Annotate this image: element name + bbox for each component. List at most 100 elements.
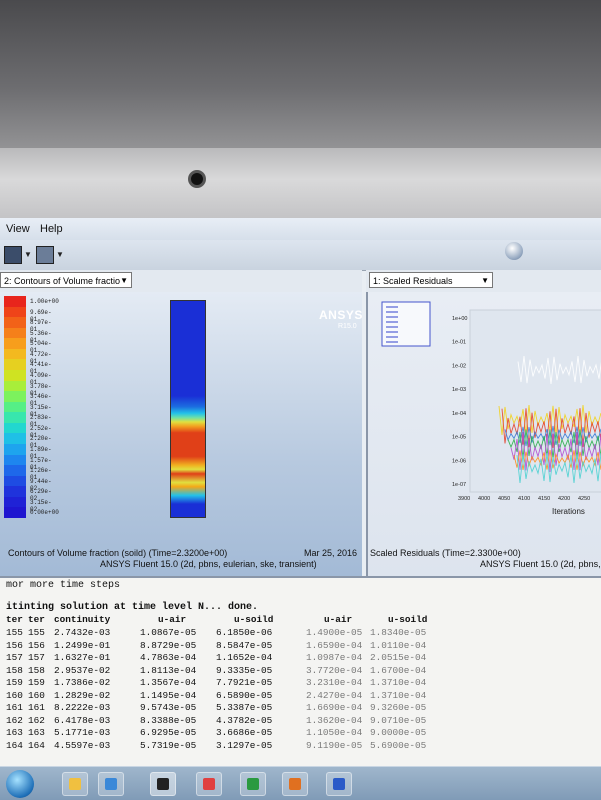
table-cell: 6.4178e-03 [54,714,111,726]
table-cell: 1.6700e-04 [370,664,427,676]
table-cell: 162 [28,714,45,726]
table-cell: 5.1771e-03 [54,727,111,738]
table-cell: 9.3335e-05 [216,664,273,676]
table-cell: 1.4900e-05 [306,627,363,638]
explorer-taskbar-icon[interactable] [62,772,88,796]
console-column-header: continuity [54,614,111,625]
plot-area [469,309,601,493]
table-cell: 1.2499e-01 [54,639,111,651]
contour-solver-info: ANSYS Fluent 15.0 (2d, pbns, eulerian, s… [100,559,317,569]
table-cell: 1.0987e-04 [306,652,363,663]
table-cell: 9.5743e-05 [140,702,197,713]
legend-swatch [4,433,26,445]
y-tick-label: 1e-04 [452,411,466,417]
menu-view[interactable]: View [6,223,30,235]
table-cell: 157 [28,652,45,663]
console-column-header: ter [6,614,23,625]
table-cell: 1.6690e-04 [306,702,363,713]
console-column-header: u-soild [234,614,274,625]
table-cell: 5.6900e-05 [370,739,427,751]
table-cell: 157 [6,652,23,663]
legend-label: 1.00e+00 [30,298,59,305]
x-axis-label: Iterations [552,507,585,516]
table-cell: 1.6327e-01 [54,652,111,663]
chevron-down-icon[interactable]: ▼ [56,250,64,259]
table-cell: 2.9537e-02 [54,664,111,676]
residuals-graphics-window[interactable]: 1e+00 1e-01 1e-02 1e-03 1e-04 1e-05 1e-06 1e-07… [366,292,601,576]
table-cell: 160 [28,689,45,701]
legend-swatch [4,422,26,434]
chevron-down-icon[interactable]: ▼ [24,250,32,259]
legend-swatch [4,496,26,508]
y-tick-label: 1e-03 [452,387,466,393]
table-cell: 3.1297e-05 [216,739,273,751]
document-taskbar-icon[interactable] [196,772,222,796]
table-cell: 9.0710e-05 [370,714,427,726]
table-cell: 6.9295e-05 [140,727,197,738]
table-cell: 7.7921e-05 [216,677,273,688]
legend-swatch [4,391,26,403]
console-window[interactable]: mor more time steps itinting solution at… [0,576,601,768]
residuals-plot: 1e+00 1e-01 1e-02 1e-03 1e-04 1e-05 1e-06 1e-07… [381,301,601,516]
table-cell: 1.3567e-04 [140,677,197,688]
table-cell: 160 [6,689,23,701]
table-cell: 164 [28,739,45,751]
table-cell: 3.6686e-05 [216,727,273,738]
table-cell: 155 [28,627,45,638]
y-tick-label: 1e-06 [452,458,466,464]
table-cell: 6.1850e-06 [216,627,273,638]
table-cell: 164 [6,739,23,751]
legend-swatch [4,306,26,318]
legend-swatch [4,475,26,487]
table-cell: 2.7432e-03 [54,627,111,638]
camera-icon[interactable] [36,246,54,264]
x-tick-label: 4000 [478,496,490,502]
y-tick-label: 1e-02 [452,363,466,369]
table-cell: 156 [6,639,23,651]
word-taskbar-icon[interactable] [326,772,352,796]
table-cell: 162 [6,714,23,726]
menu-bar: View Help [0,218,601,240]
x-tick-label: 4150 [538,496,550,502]
table-cell: 161 [6,702,23,713]
table-cell: 5.3387e-05 [216,702,273,713]
screen: View Help ▼ ▼ 2: Contours of Volume frac… [0,218,601,800]
legend-label: 0.00e+00 [30,509,59,517]
table-cell: 8.3388e-05 [140,714,197,726]
y-tick-label: 1e+00 [452,316,467,322]
ansys-version: R15.0 [338,323,357,330]
webcam-icon [188,170,206,188]
legend-swatch [4,486,26,498]
legend-swatch [4,317,26,329]
console-column-header: u-air [158,614,187,625]
legend-swatch [4,348,26,360]
start-button-icon[interactable] [6,770,34,798]
residuals-pane-selector[interactable]: 1: Scaled Residuals ▼ [369,272,493,288]
media-taskbar-icon[interactable] [98,772,124,796]
layout-icon[interactable] [4,246,22,264]
contour-graphics-window[interactable]: 1.00e+00 9.69e-01 8.97e-01 5.36e-01 5.04e-01… [0,292,362,576]
table-cell: 158 [6,664,23,676]
x-tick-label: 4100 [518,496,530,502]
table-cell: 1.7386e-02 [54,677,111,688]
x-tick-label: 4250 [578,496,590,502]
table-cell: 1.8340e-05 [370,627,427,638]
legend-swatch [4,465,26,477]
table-cell: 8.2222e-03 [54,702,111,713]
table-cell: 4.3782e-05 [216,714,273,726]
residual-legend-box [381,301,431,347]
table-cell: 1.3620e-04 [306,714,363,726]
contour-pane-selector[interactable]: 2: Contours of Volume fractio ▼ [0,272,132,288]
volume-fraction-contour [170,300,206,518]
help-orb-icon[interactable] [505,242,523,260]
powerpoint-taskbar-icon[interactable] [282,772,308,796]
table-cell: 1.1050e-04 [306,727,363,738]
excel-taskbar-icon[interactable] [240,772,266,796]
table-cell: 1.0110e-04 [370,639,427,651]
table-cell: 1.0867e-05 [140,627,197,638]
fluent-taskbar-icon[interactable] [150,772,176,796]
menu-help[interactable]: Help [40,223,63,235]
legend-swatch [4,370,26,382]
console-line: itinting solution at time level N... don… [6,602,259,613]
table-cell: 159 [6,677,23,688]
